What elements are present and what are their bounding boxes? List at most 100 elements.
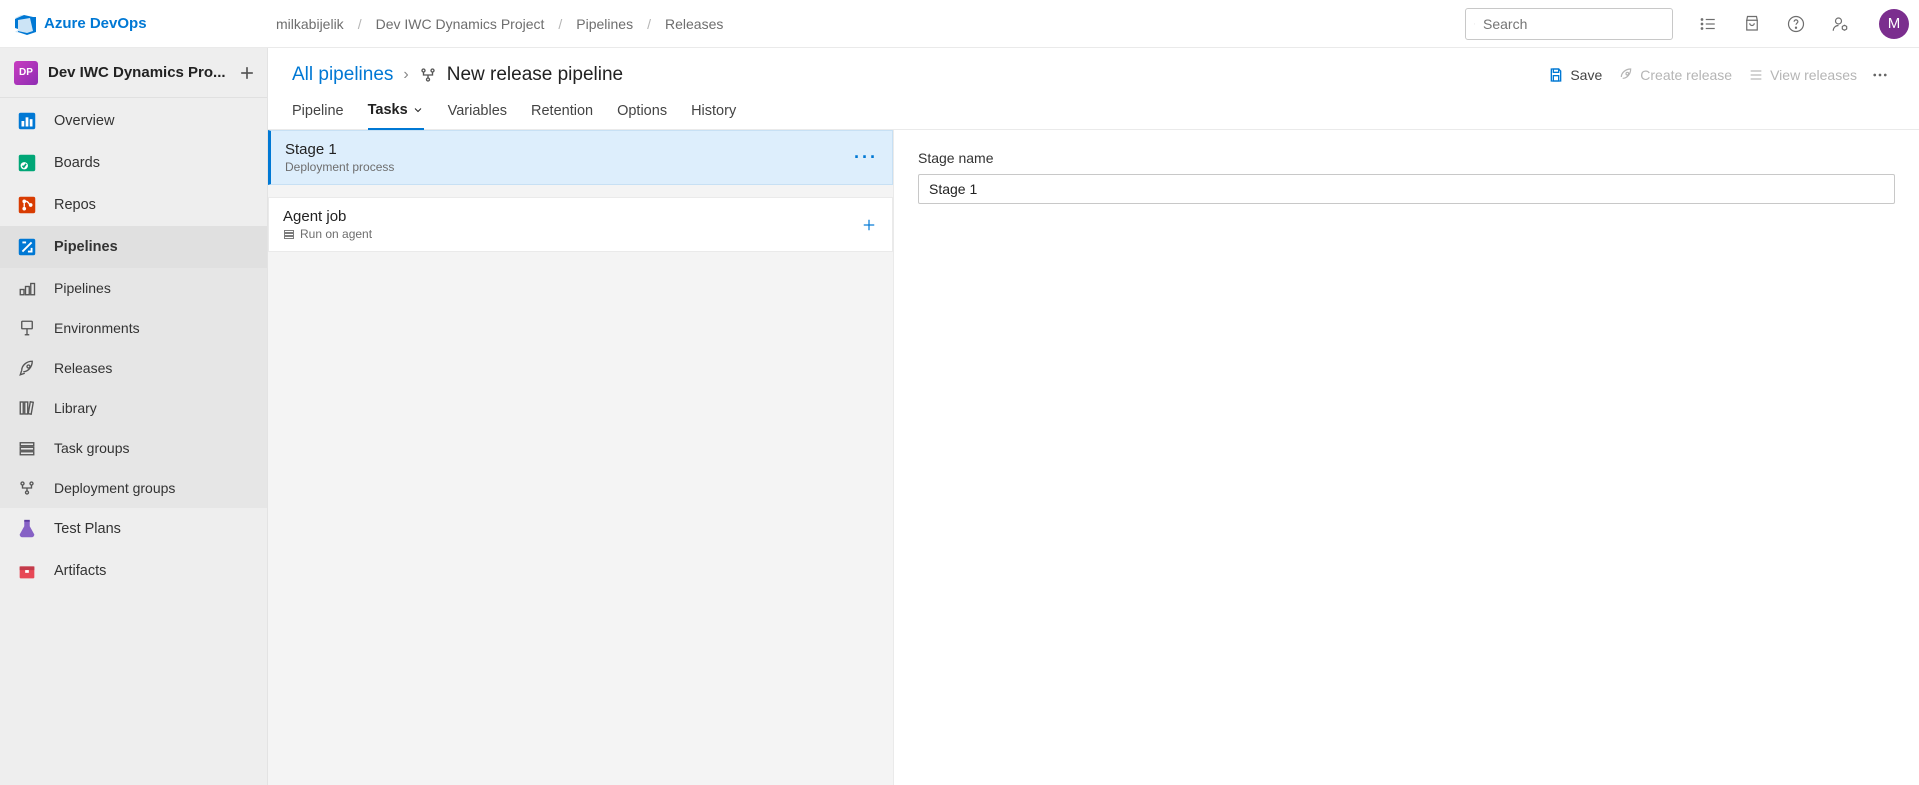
subnav-library[interactable]: Library — [0, 388, 267, 428]
more-actions-button[interactable] — [1865, 62, 1895, 88]
view-releases-label: View releases — [1770, 67, 1857, 83]
tab-pipeline[interactable]: Pipeline — [292, 102, 344, 129]
sidebar-item-label: Test Plans — [54, 521, 121, 537]
new-item-icon[interactable] — [237, 63, 257, 83]
sidebar-item-test-plans[interactable]: Test Plans — [0, 508, 267, 550]
sidebar-item-label: Overview — [54, 113, 114, 129]
environments-icon — [16, 317, 38, 339]
breadcrumb-area[interactable]: Pipelines — [576, 16, 633, 32]
pipelines-icon — [16, 236, 38, 258]
search-icon — [1474, 17, 1475, 31]
subnav-label: Deployment groups — [54, 480, 175, 496]
breadcrumb-sep: / — [558, 16, 562, 32]
subnav-releases[interactable]: Releases — [0, 348, 267, 388]
page-breadcrumb: All pipelines › New release pipeline — [292, 64, 623, 86]
breadcrumb-project[interactable]: Dev IWC Dynamics Project — [376, 16, 545, 32]
top-icons: M — [1699, 9, 1909, 39]
deployment-groups-icon — [16, 477, 38, 499]
breadcrumb-page[interactable]: Releases — [665, 16, 723, 32]
task-groups-icon — [16, 437, 38, 459]
search-input[interactable] — [1483, 16, 1664, 32]
subnav-label: Task groups — [54, 440, 129, 456]
search-box[interactable] — [1465, 8, 1673, 40]
create-release-button: Create release — [1610, 63, 1740, 87]
save-label: Save — [1570, 67, 1602, 83]
user-settings-icon[interactable] — [1831, 15, 1849, 33]
subnav-pipelines[interactable]: Pipelines — [0, 268, 267, 308]
view-releases-button: View releases — [1740, 63, 1865, 87]
save-button[interactable]: Save — [1540, 63, 1610, 87]
tab-label: Variables — [448, 103, 507, 119]
ellipsis-icon — [1871, 66, 1889, 84]
project-name: Dev IWC Dynamics Pro... — [48, 64, 237, 81]
sidebar-item-artifacts[interactable]: Artifacts — [0, 550, 267, 592]
tab-label: Options — [617, 103, 667, 119]
subnav-label: Environments — [54, 320, 140, 336]
tab-tasks[interactable]: Tasks — [368, 102, 424, 130]
help-icon[interactable] — [1787, 15, 1805, 33]
tab-label: History — [691, 103, 736, 119]
overview-icon — [16, 110, 38, 132]
sidebar-item-repos[interactable]: Repos — [0, 184, 267, 226]
avatar[interactable]: M — [1879, 9, 1909, 39]
stage-name-label: Stage name — [918, 150, 1895, 166]
subnav-deployment-groups[interactable]: Deployment groups — [0, 468, 267, 508]
marketplace-icon[interactable] — [1743, 15, 1761, 33]
deployment-groups-icon — [419, 66, 437, 84]
breadcrumb-sep: / — [647, 16, 651, 32]
sidebar: DP Dev IWC Dynamics Pro... Overview Boar… — [0, 48, 268, 785]
stage-subtitle: Deployment process — [285, 160, 394, 174]
subnav-label: Releases — [54, 360, 112, 376]
brand-label: Azure DevOps — [44, 15, 147, 32]
logo-group[interactable]: Azure DevOps — [12, 12, 264, 36]
pipelines-sub-icon — [16, 277, 38, 299]
add-task-button[interactable] — [860, 216, 878, 234]
sidebar-item-label: Repos — [54, 197, 96, 213]
avatar-initial: M — [1888, 15, 1901, 32]
detail-panel: Stage name — [894, 130, 1919, 785]
artifacts-icon — [16, 560, 38, 582]
tab-options[interactable]: Options — [617, 102, 667, 129]
top-bar: Azure DevOps milkabijelik / Dev IWC Dyna… — [0, 0, 1919, 48]
subnav-label: Pipelines — [54, 280, 111, 296]
subnav-label: Library — [54, 400, 97, 416]
list-icon — [1748, 67, 1764, 83]
tab-variables[interactable]: Variables — [448, 102, 507, 129]
save-icon — [1548, 67, 1564, 83]
sidebar-item-boards[interactable]: Boards — [0, 142, 267, 184]
work-items-icon[interactable] — [1699, 15, 1717, 33]
subnav-task-groups[interactable]: Task groups — [0, 428, 267, 468]
page-title: New release pipeline — [447, 64, 623, 86]
tasks-column: Stage 1 Deployment process ··· Agent job… — [268, 130, 894, 785]
breadcrumb-sep: / — [358, 16, 362, 32]
all-pipelines-link[interactable]: All pipelines — [292, 64, 393, 86]
tab-history[interactable]: History — [691, 102, 736, 129]
subnav-environments[interactable]: Environments — [0, 308, 267, 348]
plus-icon — [860, 216, 878, 234]
stage-card[interactable]: Stage 1 Deployment process ··· — [268, 130, 893, 185]
rocket-icon — [1618, 67, 1634, 83]
tab-retention[interactable]: Retention — [531, 102, 593, 129]
sidebar-item-pipelines[interactable]: Pipelines — [0, 226, 267, 268]
sidebar-item-label: Artifacts — [54, 563, 106, 579]
stage-title: Stage 1 — [285, 141, 394, 158]
repos-icon — [16, 194, 38, 216]
test-plans-icon — [16, 518, 38, 540]
job-title: Agent job — [283, 208, 372, 225]
project-badge: DP — [14, 61, 38, 85]
agent-job-card[interactable]: Agent job Run on agent — [268, 197, 893, 252]
page-header: All pipelines › New release pipeline Sav… — [268, 48, 1919, 88]
stage-more-button[interactable]: ··· — [854, 147, 878, 168]
sidebar-item-overview[interactable]: Overview — [0, 100, 267, 142]
stage-name-input[interactable] — [918, 174, 1895, 204]
workspace: Stage 1 Deployment process ··· Agent job… — [268, 130, 1919, 785]
job-subtitle: Run on agent — [300, 227, 372, 241]
releases-icon — [16, 357, 38, 379]
create-release-label: Create release — [1640, 67, 1732, 83]
project-header[interactable]: DP Dev IWC Dynamics Pro... — [0, 48, 267, 98]
chevron-down-icon — [412, 104, 424, 116]
boards-icon — [16, 152, 38, 174]
tabs: Pipeline Tasks Variables Retention Optio… — [268, 88, 1919, 130]
breadcrumb-org[interactable]: milkabijelik — [276, 16, 344, 32]
azure-devops-logo-icon — [12, 12, 36, 36]
